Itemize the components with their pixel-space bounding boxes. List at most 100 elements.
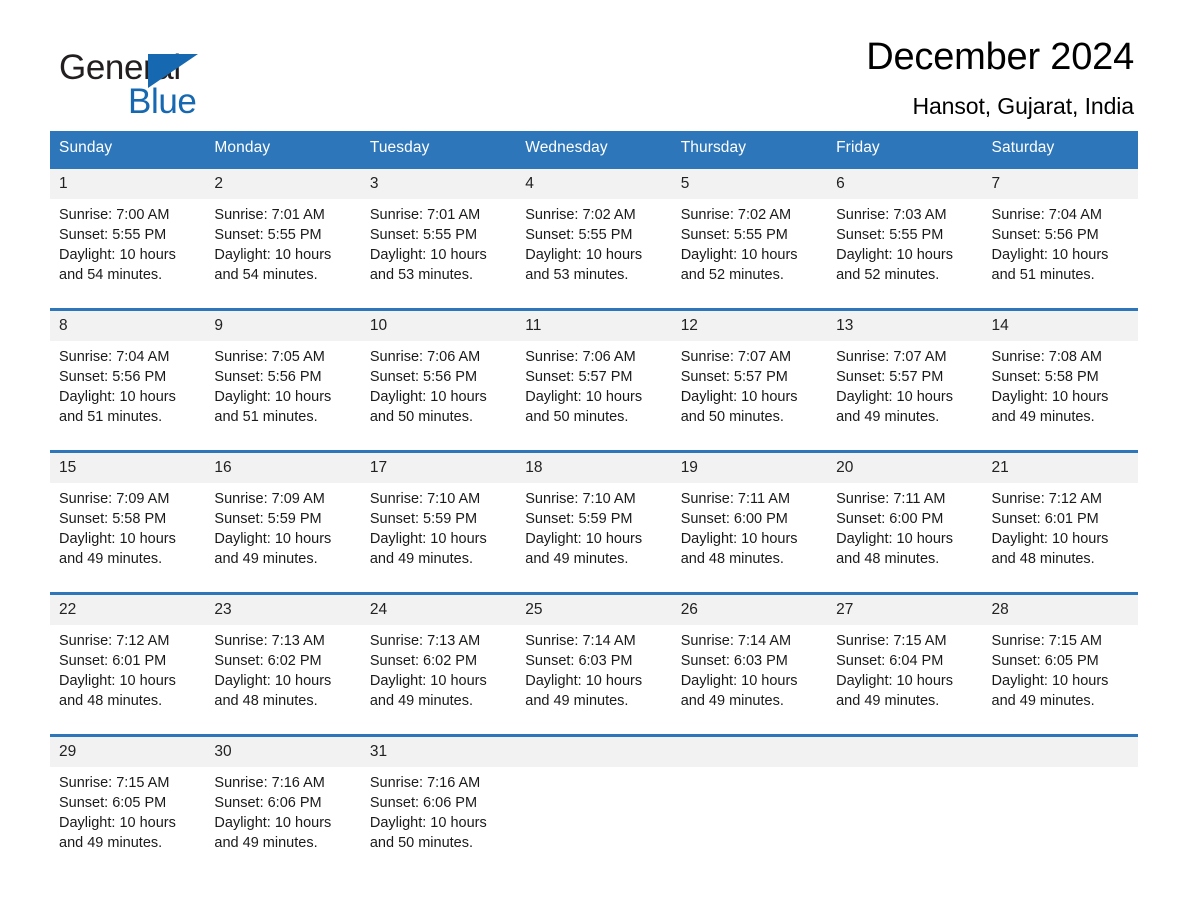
sunrise-text: Sunrise: 7:03 AM bbox=[836, 207, 947, 223]
day-number[interactable]: 23 bbox=[205, 595, 361, 625]
daylight-text-line1: Daylight: 10 hours bbox=[214, 389, 332, 405]
sunset-text: Sunset: 5:57 PM bbox=[836, 369, 944, 385]
day-number[interactable]: 21 bbox=[982, 453, 1138, 483]
page-title: December 2024 bbox=[866, 36, 1134, 78]
day-cell[interactable]: Sunrise: 7:16 AM Sunset: 6:06 PM Daylight:… bbox=[205, 767, 361, 859]
day-cell[interactable]: Sunrise: 7:01 AM Sunset: 5:55 PM Daylight:… bbox=[360, 199, 517, 291]
day-cell[interactable]: Sunrise: 7:12 AM Sunset: 6:01 PM Daylight:… bbox=[982, 483, 1138, 575]
day-number[interactable]: 14 bbox=[982, 311, 1138, 341]
day-number[interactable]: 12 bbox=[671, 311, 828, 341]
day-cell[interactable]: Sunrise: 7:06 AM Sunset: 5:56 PM Daylight:… bbox=[360, 341, 517, 433]
day-cell[interactable]: Sunrise: 7:10 AM Sunset: 5:59 PM Daylight:… bbox=[360, 483, 517, 575]
day-number[interactable]: 20 bbox=[827, 453, 983, 483]
day-number[interactable]: 4 bbox=[516, 169, 672, 199]
sunset-text: Sunset: 6:02 PM bbox=[369, 653, 478, 669]
day-cell[interactable]: Sunrise: 7:01 AM Sunset: 5:55 PM Daylight:… bbox=[205, 199, 361, 291]
daylight-text-line2: and 49 minutes. bbox=[991, 693, 1095, 709]
day-number[interactable]: 13 bbox=[827, 311, 983, 341]
day-cell[interactable]: Sunrise: 7:11 AM Sunset: 6:00 PM Daylight:… bbox=[827, 483, 983, 575]
day-details-row: Sunrise: 7:15 AM Sunset: 6:05 PM Daylight:… bbox=[50, 767, 1138, 859]
day-cell[interactable]: Sunrise: 7:08 AM Sunset: 5:58 PM Daylight:… bbox=[982, 341, 1138, 433]
day-number[interactable]: 19 bbox=[671, 453, 828, 483]
daylight-text-line2: and 53 minutes. bbox=[369, 267, 474, 283]
day-cell[interactable]: Sunrise: 7:12 AM Sunset: 6:01 PM Daylight:… bbox=[50, 625, 206, 717]
day-cell[interactable]: Sunrise: 7:15 AM Sunset: 6:04 PM Daylight:… bbox=[827, 625, 983, 717]
day-cell[interactable]: Sunrise: 7:07 AM Sunset: 5:57 PM Daylight:… bbox=[827, 341, 983, 433]
sunset-text: Sunset: 5:55 PM bbox=[836, 227, 944, 243]
day-number[interactable]: 24 bbox=[360, 595, 517, 625]
day-cell[interactable]: Sunrise: 7:04 AM Sunset: 5:56 PM Daylight:… bbox=[982, 199, 1138, 291]
daylight-text-line2: and 50 minutes. bbox=[680, 409, 784, 425]
day-number[interactable]: 29 bbox=[50, 737, 206, 767]
sunset-text: Sunset: 5:56 PM bbox=[59, 369, 167, 385]
daylight-text-line2: and 49 minutes. bbox=[836, 693, 940, 709]
day-number[interactable]: 31 bbox=[360, 737, 517, 767]
daylight-text-line2: and 48 minutes. bbox=[836, 551, 940, 567]
day-cell[interactable]: Sunrise: 7:00 AM Sunset: 5:55 PM Daylight:… bbox=[50, 199, 206, 291]
day-cell[interactable]: Sunrise: 7:03 AM Sunset: 5:55 PM Daylight:… bbox=[827, 199, 983, 291]
day-number[interactable]: 18 bbox=[516, 453, 672, 483]
day-cell[interactable]: Sunrise: 7:16 AM Sunset: 6:06 PM Daylight:… bbox=[360, 767, 517, 859]
daylight-text-line1: Daylight: 10 hours bbox=[59, 389, 176, 405]
sunset-text: Sunset: 6:01 PM bbox=[991, 511, 1099, 527]
day-number[interactable]: 6 bbox=[827, 169, 983, 199]
sunset-text: Sunset: 6:06 PM bbox=[214, 795, 322, 811]
day-cell[interactable]: Sunrise: 7:13 AM Sunset: 6:02 PM Daylight:… bbox=[360, 625, 517, 717]
day-number[interactable]: 22 bbox=[50, 595, 206, 625]
day-number[interactable]: 28 bbox=[982, 595, 1138, 625]
week-gap-cell bbox=[50, 433, 1138, 450]
daylight-text-line1: Daylight: 10 hours bbox=[680, 389, 798, 405]
day-number[interactable]: 10 bbox=[360, 311, 517, 341]
day-number[interactable]: 16 bbox=[205, 453, 361, 483]
sunset-text: Sunset: 5:58 PM bbox=[991, 369, 1099, 385]
day-number[interactable]: 8 bbox=[50, 311, 206, 341]
title-block: December 2024 Hansot, Gujarat, India bbox=[866, 36, 1138, 120]
day-number-row: 1234567 bbox=[50, 169, 1138, 199]
day-number[interactable]: 17 bbox=[360, 453, 517, 483]
day-number[interactable]: 30 bbox=[205, 737, 361, 767]
day-number[interactable]: 11 bbox=[516, 311, 672, 341]
day-number[interactable]: 25 bbox=[516, 595, 672, 625]
day-number[interactable]: 5 bbox=[671, 169, 828, 199]
day-cell[interactable]: Sunrise: 7:04 AM Sunset: 5:56 PM Daylight:… bbox=[50, 341, 206, 433]
week-gap bbox=[50, 575, 1138, 592]
day-cell[interactable]: Sunrise: 7:06 AM Sunset: 5:57 PM Daylight:… bbox=[516, 341, 672, 433]
week-gap bbox=[50, 291, 1138, 308]
day-cell[interactable]: Sunrise: 7:14 AM Sunset: 6:03 PM Daylight:… bbox=[671, 625, 828, 717]
day-number[interactable]: 3 bbox=[360, 169, 517, 199]
day-cell[interactable]: Sunrise: 7:05 AM Sunset: 5:56 PM Daylight:… bbox=[205, 341, 361, 433]
sunset-text: Sunset: 5:55 PM bbox=[214, 227, 322, 243]
weekday-header-sunday: Sunday bbox=[50, 131, 206, 166]
day-cell[interactable]: Sunrise: 7:15 AM Sunset: 6:05 PM Daylight:… bbox=[50, 767, 206, 859]
week-gap-cell bbox=[50, 575, 1138, 592]
sunrise-text: Sunrise: 7:07 AM bbox=[836, 349, 947, 365]
calendar-body: 1 2 3 4 5 6 7 Sunrise: 7:00 AM Sunset: 5:55 PM Da… bbox=[50, 166, 1138, 859]
sunrise-text: Sunrise: 7:13 AM bbox=[214, 633, 325, 649]
sunset-text: Sunset: 5:55 PM bbox=[369, 227, 478, 243]
day-number[interactable]: 7 bbox=[982, 169, 1138, 199]
day-number[interactable]: 1 bbox=[50, 169, 206, 199]
day-cell[interactable]: Sunrise: 7:02 AM Sunset: 5:55 PM Daylight:… bbox=[516, 199, 672, 291]
daylight-text-line2: and 52 minutes. bbox=[680, 267, 784, 283]
day-cell[interactable]: Sunrise: 7:07 AM Sunset: 5:57 PM Daylight:… bbox=[671, 341, 828, 433]
day-number[interactable]: 15 bbox=[50, 453, 206, 483]
day-number[interactable]: 26 bbox=[671, 595, 828, 625]
weekday-header-tuesday: Tuesday bbox=[360, 131, 517, 166]
day-cell[interactable]: Sunrise: 7:09 AM Sunset: 5:58 PM Daylight:… bbox=[50, 483, 206, 575]
day-cell[interactable]: Sunrise: 7:09 AM Sunset: 5:59 PM Daylight:… bbox=[205, 483, 361, 575]
general-blue-logo[interactable]: General Blue bbox=[50, 36, 250, 119]
day-number[interactable]: 27 bbox=[827, 595, 983, 625]
day-number[interactable]: 2 bbox=[205, 169, 361, 199]
sunrise-text: Sunrise: 7:10 AM bbox=[369, 491, 481, 507]
day-cell[interactable]: Sunrise: 7:10 AM Sunset: 5:59 PM Daylight:… bbox=[516, 483, 672, 575]
week-gap-cell bbox=[50, 717, 1138, 734]
weekday-header-friday: Friday bbox=[827, 131, 983, 166]
day-cell[interactable]: Sunrise: 7:02 AM Sunset: 5:55 PM Daylight:… bbox=[671, 199, 828, 291]
day-cell[interactable]: Sunrise: 7:11 AM Sunset: 6:00 PM Daylight:… bbox=[671, 483, 828, 575]
daylight-text-line1: Daylight: 10 hours bbox=[836, 673, 953, 689]
day-cell[interactable]: Sunrise: 7:13 AM Sunset: 6:02 PM Daylight:… bbox=[205, 625, 361, 717]
day-number[interactable]: 9 bbox=[205, 311, 361, 341]
day-cell[interactable]: Sunrise: 7:14 AM Sunset: 6:03 PM Daylight:… bbox=[516, 625, 672, 717]
day-cell[interactable]: Sunrise: 7:15 AM Sunset: 6:05 PM Daylight:… bbox=[982, 625, 1138, 717]
day-number-row: 15 16 17 18 19 20 21 bbox=[50, 453, 1138, 483]
